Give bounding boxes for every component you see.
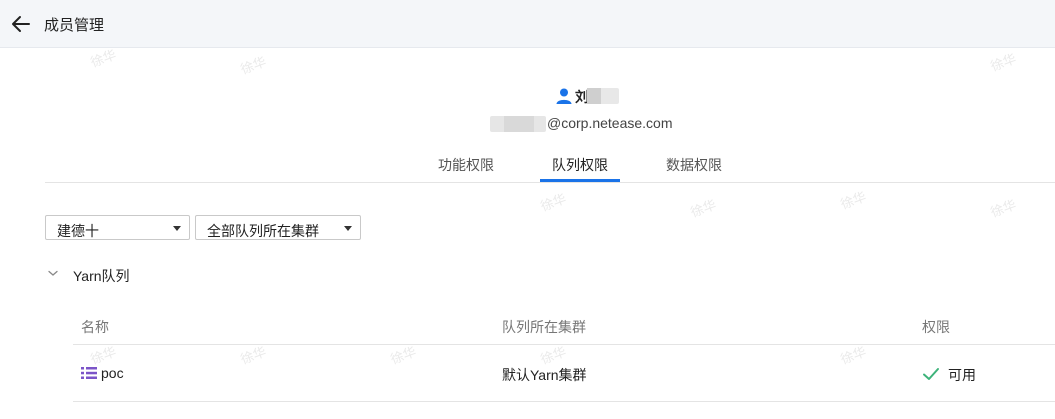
- watermark: 徐华: [988, 196, 1019, 220]
- watermark: 徐华: [988, 50, 1019, 74]
- cluster-select-value: 全部队列所在集群: [207, 223, 319, 239]
- user-icon: [556, 88, 572, 104]
- tab-queue-permission[interactable]: 队列权限: [552, 155, 608, 175]
- arrow-left-icon[interactable]: [10, 13, 32, 35]
- cluster-select[interactable]: 全部队列所在集群: [195, 215, 361, 240]
- check-icon: [923, 368, 939, 380]
- active-tab-indicator: [540, 179, 620, 182]
- column-header-name: 名称: [81, 319, 109, 335]
- list-icon: [81, 367, 97, 379]
- redacted-name: [587, 88, 619, 104]
- table-header: 名称 队列所在集群 权限: [73, 300, 1055, 345]
- column-header-permission: 权限: [922, 319, 950, 335]
- email-domain: @corp.netease.com: [547, 115, 673, 131]
- watermark: 徐华: [838, 188, 869, 212]
- tab-function-permission[interactable]: 功能权限: [438, 155, 494, 175]
- queue-name[interactable]: poc: [101, 365, 124, 381]
- permission-status: 可用: [948, 367, 976, 383]
- section-title-yarn-queue: Yarn队列: [73, 268, 130, 284]
- permission-tabs: 功能权限 队列权限 数据权限: [45, 147, 1055, 183]
- watermark: 徐华: [688, 196, 719, 220]
- page-title: 成员管理: [44, 17, 105, 34]
- caret-down-icon: [344, 226, 352, 231]
- caret-down-icon: [173, 226, 181, 231]
- project-select[interactable]: 建德十: [45, 215, 190, 240]
- project-select-value: 建德十: [57, 223, 99, 239]
- chevron-down-icon[interactable]: [45, 265, 61, 281]
- watermark: 徐华: [538, 190, 569, 214]
- watermark: 徐华: [238, 53, 269, 77]
- tab-data-permission[interactable]: 数据权限: [666, 155, 722, 175]
- column-header-cluster: 队列所在集群: [502, 319, 586, 335]
- table-row: poc 默认Yarn集群 可用: [73, 345, 1055, 402]
- queue-cluster: 默认Yarn集群: [502, 367, 587, 383]
- top-bar: 成员管理: [0, 0, 1055, 48]
- watermark: 徐华: [88, 46, 119, 70]
- redacted-email: [490, 116, 546, 132]
